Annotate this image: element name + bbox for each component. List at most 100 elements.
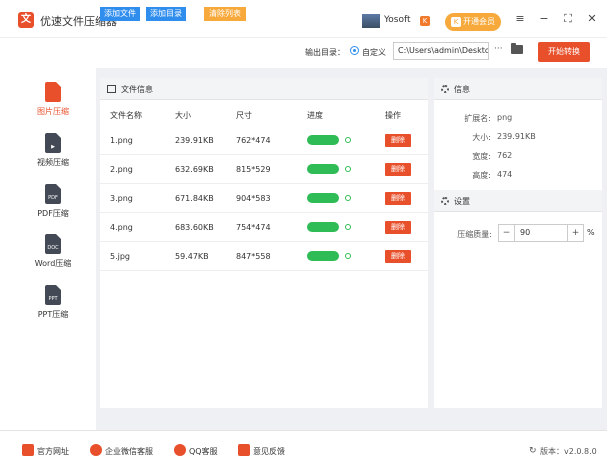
quality-unit: % [587, 228, 595, 237]
image-icon [107, 85, 116, 93]
file-dims: 754*474 [236, 223, 271, 232]
vip-icon: K [451, 17, 461, 27]
website-icon[interactable] [22, 444, 34, 456]
size-value: 239.91KB [497, 132, 536, 141]
delete-button[interactable]: 删除 [385, 134, 411, 147]
add-file-button[interactable]: 添加文件 [100, 7, 140, 21]
sidebar-item-label: 图片压缩 [37, 107, 69, 116]
settings-panel-title: 设置 [454, 197, 470, 206]
qq-icon[interactable] [174, 444, 186, 456]
sidebar-item-label: PPT压缩 [37, 310, 69, 319]
close-icon[interactable]: ✕ [585, 12, 599, 26]
file-dims: 904*583 [236, 194, 271, 203]
quality-plus-button[interactable]: + [567, 225, 583, 241]
sidebar-item-label: 视频压缩 [37, 158, 69, 167]
delete-button[interactable]: 删除 [385, 250, 411, 263]
column-header-dims: 尺寸 [236, 111, 252, 120]
width-value: 762 [497, 151, 513, 160]
more-options-icon[interactable]: ··· [494, 44, 503, 54]
settings-gear-icon [441, 197, 449, 205]
delete-button[interactable]: 删除 [385, 192, 411, 205]
vip-label: 开通会员 [463, 17, 495, 26]
wechat-support-link[interactable]: 企业微信客服 [105, 446, 153, 457]
sidebar-item-3[interactable]: DOC Word压缩 [18, 234, 88, 269]
avatar[interactable] [362, 14, 380, 28]
file-size: 239.91KB [175, 136, 214, 145]
progress-done-icon [345, 253, 351, 259]
doc-file-icon: DOC [45, 234, 61, 254]
quality-value[interactable]: 90 [520, 228, 530, 237]
progress-bar [307, 251, 339, 261]
clear-list-button[interactable]: 清除列表 [204, 7, 246, 21]
output-dir-label: 输出目录： [305, 48, 345, 57]
file-dims: 762*474 [236, 136, 271, 145]
progress-done-icon [345, 195, 351, 201]
file-name: 1.png [110, 136, 133, 145]
progress-bar [307, 135, 339, 145]
refresh-icon[interactable]: ↻ [529, 446, 537, 456]
file-dims: 847*558 [236, 252, 271, 261]
gear-icon [441, 85, 449, 93]
file-name: 2.png [110, 165, 133, 174]
file-name: 4.png [110, 223, 133, 232]
website-link[interactable]: 官方网址 [37, 446, 69, 457]
username[interactable]: Yosoft [384, 15, 411, 25]
folder-icon[interactable] [511, 43, 523, 54]
feedback-icon[interactable] [238, 444, 250, 456]
sidebar-item-label: Word压缩 [34, 259, 72, 268]
add-directory-button[interactable]: 添加目录 [146, 7, 186, 21]
progress-bar [307, 222, 339, 232]
pdf-file-icon: PDF [45, 184, 61, 204]
quality-minus-button[interactable]: − [499, 225, 515, 241]
width-label: 宽度: [472, 152, 491, 161]
file-panel-title: 文件信息 [121, 85, 153, 94]
column-header-action: 操作 [385, 111, 401, 120]
wechat-icon[interactable] [90, 444, 102, 456]
start-convert-button[interactable]: 开始转换 [538, 42, 590, 62]
file-name: 3.png [110, 194, 133, 203]
qq-support-link[interactable]: QQ客服 [189, 446, 218, 457]
file-name: 5.jpg [110, 252, 131, 261]
feedback-link[interactable]: 意见反馈 [253, 446, 285, 457]
file-size: 671.84KB [175, 194, 214, 203]
info-panel [434, 78, 602, 408]
output-path-field[interactable]: C:\Users\admin\Deskto [393, 42, 489, 60]
height-label: 高度: [472, 171, 491, 180]
progress-done-icon [345, 166, 351, 172]
sidebar-item-4[interactable]: PPT PPT压缩 [18, 285, 88, 320]
minimize-icon[interactable]: − [537, 12, 551, 26]
sidebar-item-0[interactable]: 图片压缩 [18, 82, 88, 117]
vip-button[interactable]: K 开通会员 [445, 13, 501, 31]
progress-bar [307, 164, 339, 174]
sidebar-item-1[interactable]: ▶ 视频压缩 [18, 133, 88, 168]
ext-value: png [497, 113, 513, 122]
size-label: 大小: [472, 133, 491, 142]
app-logo-icon: 文 [18, 12, 34, 28]
ext-label: 扩展名: [464, 114, 491, 123]
file-size: 632.69KB [175, 165, 214, 174]
progress-done-icon [345, 224, 351, 230]
delete-button[interactable]: 删除 [385, 221, 411, 234]
quality-label: 压缩质量: [457, 230, 492, 239]
file-size: 59.47KB [175, 252, 209, 261]
column-header-name: 文件名称 [110, 111, 142, 120]
version-label: 版本：v2.0.8.0 [540, 447, 597, 456]
column-header-size: 大小 [175, 111, 191, 120]
custom-dir-radio[interactable] [350, 46, 359, 55]
sidebar-item-label: PDF压缩 [37, 209, 69, 218]
height-value: 474 [497, 170, 513, 179]
info-panel-title: 信息 [454, 85, 470, 94]
sidebar-item-2[interactable]: PDF PDF压缩 [18, 184, 88, 219]
file-size: 683.60KB [175, 223, 214, 232]
progress-bar [307, 193, 339, 203]
progress-done-icon [345, 137, 351, 143]
custom-dir-label[interactable]: 自定义 [362, 47, 386, 58]
video-file-icon: ▶ [45, 133, 61, 153]
column-header-progress: 进度 [307, 111, 323, 120]
delete-button[interactable]: 删除 [385, 163, 411, 176]
image-file-icon [45, 82, 61, 102]
maximize-icon[interactable]: ⛶ [561, 12, 575, 26]
file-dims: 815*529 [236, 165, 271, 174]
menu-icon[interactable]: ≡ [513, 12, 527, 26]
user-badge-icon: K [420, 16, 430, 26]
